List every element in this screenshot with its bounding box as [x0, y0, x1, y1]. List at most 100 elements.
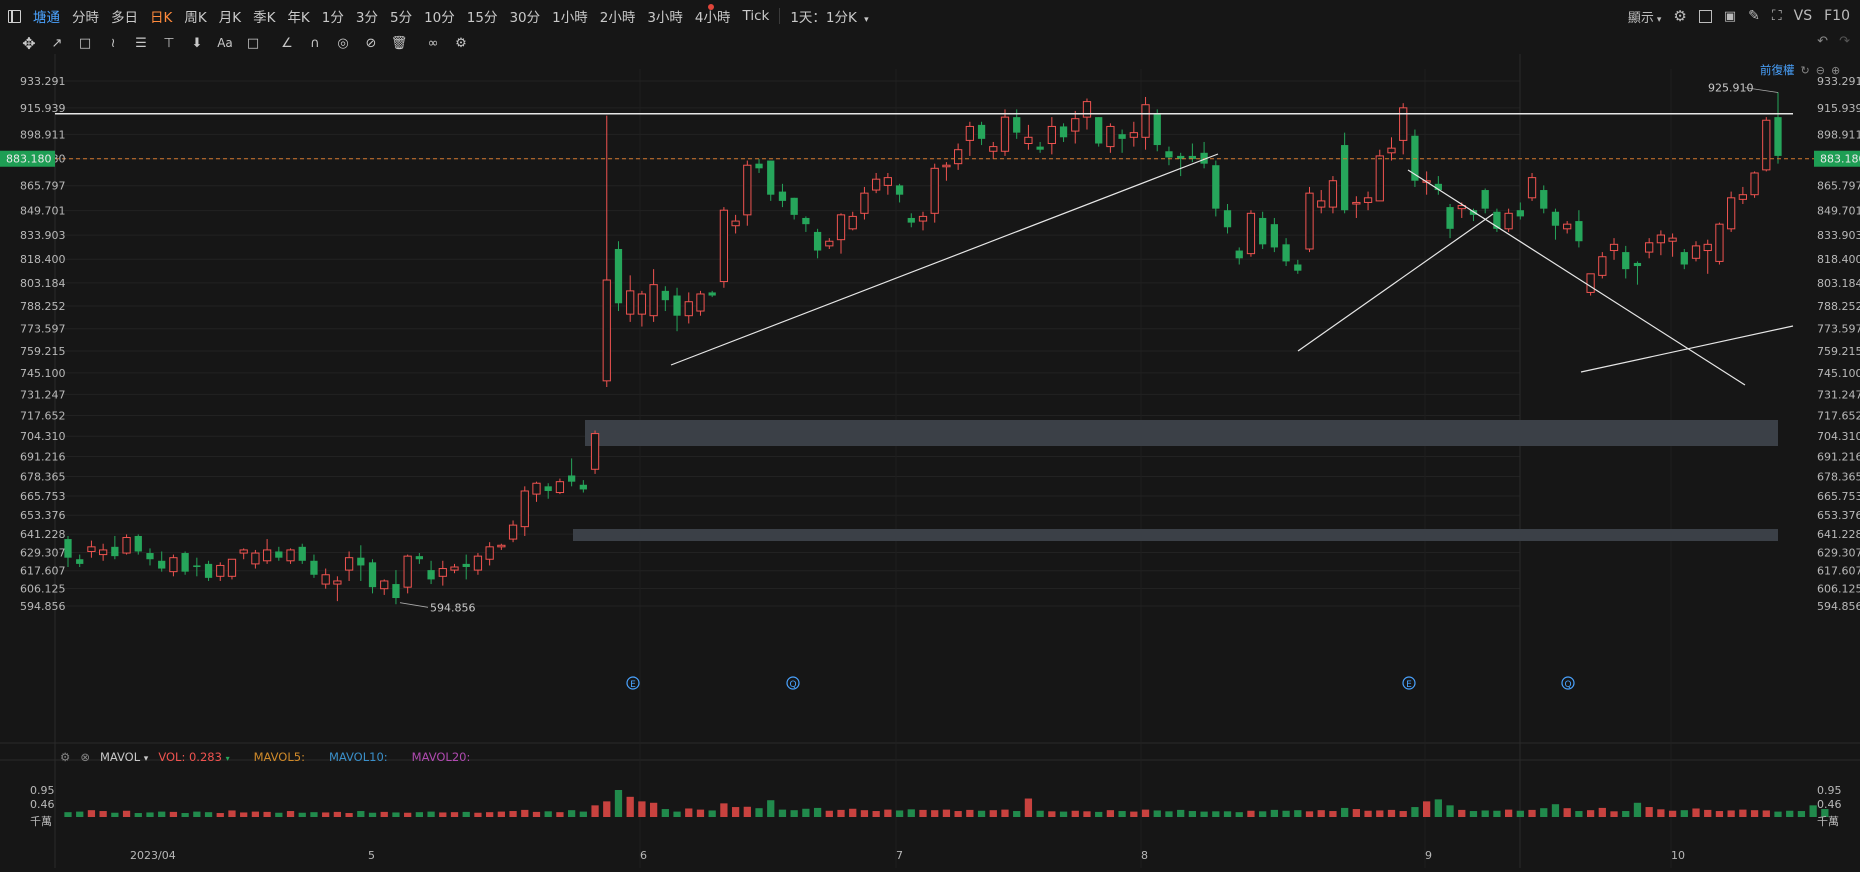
timeframe-item-13[interactable]: 30分	[503, 6, 546, 26]
candle-body-up	[262, 549, 272, 562]
timeframe-item-2[interactable]: 多日	[105, 6, 144, 26]
ruler-icon[interactable]: ∠	[274, 33, 300, 53]
candle-body-up	[942, 164, 951, 168]
polyline-tool-icon[interactable]: ≀	[100, 33, 126, 53]
hide-icon[interactable]: ⊘	[358, 33, 384, 53]
candle-body-up	[169, 557, 178, 573]
settings-icon[interactable]: ⚙	[1673, 7, 1686, 25]
timeframe-item-18[interactable]: Tick	[737, 8, 776, 24]
candle-body-up	[637, 293, 647, 315]
timeframe-item-3[interactable]: 日K	[144, 6, 178, 26]
measure-tool-icon[interactable]: ⊤	[156, 33, 182, 53]
timeframe-item-5[interactable]: 月K	[213, 6, 247, 26]
close-indicator-icon[interactable]: ⊗	[80, 750, 90, 764]
magnet-icon[interactable]: ∩	[302, 33, 328, 53]
adjust-mode-button[interactable]: 前復權	[1760, 62, 1795, 78]
price-tick-label: 691.216	[20, 451, 66, 464]
volume-bar	[450, 812, 459, 817]
volume-bar	[767, 800, 775, 817]
timeframe-item-10[interactable]: 5分	[384, 6, 418, 26]
indicator-select[interactable]: MAVOL ▾	[100, 750, 148, 764]
candle-body-up	[403, 555, 412, 588]
timeframe-item-11[interactable]: 10分	[418, 6, 461, 26]
vol-readout: VOL: 0.283 ▾	[158, 750, 229, 764]
volume-bar	[1024, 798, 1033, 817]
candle-body-down	[1059, 126, 1068, 138]
candle-body-up	[1305, 192, 1314, 250]
indicator-settings-icon[interactable]: ⚙	[60, 750, 70, 764]
candle-body-up	[251, 552, 260, 565]
timeframe-item-15[interactable]: 2小時	[594, 6, 642, 26]
candle-body-down	[1446, 207, 1454, 229]
candle-body-up	[1762, 119, 1771, 171]
tool-settings-icon[interactable]: ⚙	[448, 33, 474, 53]
volume-bar	[146, 812, 154, 817]
vs-button[interactable]: VS	[1794, 8, 1812, 24]
price-tick-label: 678.365	[20, 470, 66, 483]
timeframe-item-6[interactable]: 季K	[247, 6, 281, 26]
interval-selector[interactable]: 1天：1分K ▾	[784, 6, 874, 26]
candle-body-down	[1223, 210, 1232, 228]
reset-icon[interactable]: ↻	[1801, 64, 1810, 77]
volume-bar	[99, 811, 107, 817]
ma10-label: MAVOL10:	[328, 750, 388, 764]
trendline-drawings[interactable]	[55, 112, 1817, 386]
undo-icon[interactable]: ↶	[1817, 34, 1828, 49]
comment-tool-icon[interactable]: □	[240, 33, 266, 53]
volume-bar	[1130, 811, 1138, 817]
timeframe-item-1[interactable]: 分時	[66, 6, 105, 26]
volume-bar	[802, 808, 810, 817]
timeframe-live[interactable]: 塘通	[27, 6, 66, 26]
volume-bar	[708, 810, 716, 817]
timeframe-item-8[interactable]: 1分	[316, 6, 350, 26]
volume-bar	[1013, 811, 1021, 817]
volume-bar	[1786, 810, 1794, 817]
fibonacci-tool-icon[interactable]: ☰	[128, 33, 154, 53]
candle-body-down	[1153, 114, 1161, 146]
volume-bar	[1001, 809, 1009, 817]
candle-body-down	[193, 565, 201, 567]
timeframe-item-9[interactable]: 3分	[350, 6, 384, 26]
panel-toggle-icon[interactable]	[8, 9, 21, 23]
timeframe-item-14[interactable]: 1小時	[546, 6, 594, 26]
zoom-in-icon[interactable]: ⊕	[1831, 64, 1840, 77]
price-tick-label: 594.856	[1817, 600, 1860, 613]
volume-bar	[1668, 810, 1677, 817]
volume-bar	[696, 809, 705, 817]
crosshair-move-icon[interactable]: ✥	[16, 33, 42, 53]
price-tick-label: 865.797	[20, 180, 66, 193]
display-menu[interactable]: 顯示 ▾	[1628, 7, 1662, 26]
link-icon[interactable]: ∞	[420, 33, 446, 53]
zoom-out-icon[interactable]: ⊖	[1816, 64, 1825, 77]
camera-icon[interactable]: ▣	[1724, 9, 1736, 24]
current-price-label: 883.180	[6, 153, 52, 166]
volume-bar	[486, 812, 494, 817]
timeframe-item-16[interactable]: 3小時	[641, 6, 689, 26]
volume-bar	[1434, 799, 1442, 817]
arrow-down-tool-icon[interactable]: ⬇	[184, 33, 210, 53]
trash-icon[interactable]: 🗑	[386, 33, 412, 53]
volume-bar	[1645, 807, 1653, 817]
time-axis-label: 10	[1671, 849, 1685, 862]
candle-body-down	[1259, 217, 1267, 245]
trendline-tool-icon[interactable]: ↗	[44, 33, 70, 53]
f10-button[interactable]: F10	[1824, 8, 1850, 24]
pen-icon[interactable]: ✎	[1748, 8, 1760, 24]
volume-bar	[228, 810, 236, 817]
candle-body-down	[1165, 151, 1173, 158]
timeframe-item-12[interactable]: 15分	[461, 6, 504, 26]
text-tool-icon[interactable]: Aa	[212, 33, 238, 53]
fullscreen-icon[interactable]: ⛶	[1772, 8, 1782, 24]
candle-body-up	[626, 290, 635, 315]
layout-icon[interactable]	[1698, 9, 1712, 23]
redo-icon[interactable]: ↷	[1839, 34, 1850, 49]
shape-tool-icon[interactable]: □	[72, 33, 98, 53]
volume-bar	[778, 809, 787, 817]
timeframe-item-4[interactable]: 周K	[178, 6, 212, 26]
volume-bar	[392, 812, 400, 817]
volume-bar	[1235, 812, 1243, 817]
eye-icon[interactable]: ◎	[330, 33, 356, 53]
timeframe-item-7[interactable]: 年K	[281, 6, 315, 26]
kline-chart[interactable]: 933.291 933.291915.939 915.939898.911 898.9…	[0, 54, 1860, 868]
volume-bar	[1680, 810, 1688, 817]
